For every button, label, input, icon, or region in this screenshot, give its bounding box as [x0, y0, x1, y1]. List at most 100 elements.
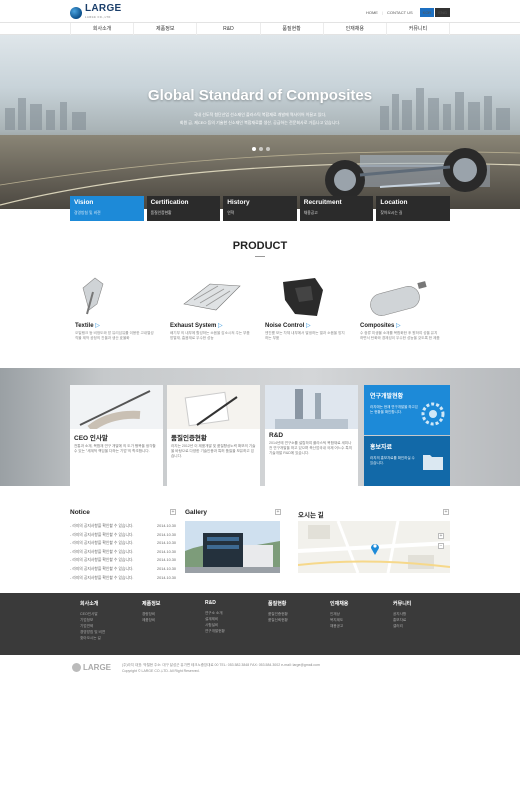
tab-location-title: Location [380, 199, 408, 206]
nav-product[interactable]: 제품정보 [133, 23, 196, 35]
footer-link[interactable]: 채용공고 [330, 623, 390, 629]
notice-title: Notice [70, 509, 90, 516]
card-rnd-desc: 2014년에 연구소를 설립하여 플라스틱 복합재료 세미나 전 연구개발을 하… [269, 441, 353, 455]
tab-vision[interactable]: Vision 경영방침 및 비젼 [70, 196, 144, 221]
list-item[interactable]: - 라지의 공지사항을 확인할 수 있습니다. 2014.10.30 [70, 574, 176, 583]
slider-dot-1[interactable] [252, 147, 256, 151]
quick-tabs: Vision 경영방침 및 비젼 Certification 품질인증현황 Hist… [70, 196, 450, 221]
card-ceo[interactable]: CEO 인사말 전통과 소재, 복합재 연구 개발에 의 도가 행복을 생각할 … [70, 385, 163, 486]
slider-dot-2[interactable] [259, 147, 263, 151]
card-rnd-title: R&D [269, 432, 284, 439]
nav-rnd[interactable]: R&D [196, 23, 259, 35]
footer-col-title: 회사소개 [80, 601, 99, 607]
product-exhaust-name: Exhaust System [170, 323, 217, 329]
list-item[interactable]: - 라지의 공지사항을 확인할 수 있습니다. 2014.10.30 [70, 522, 176, 531]
list-item[interactable]: - 라지의 공지사항을 확인할 수 있습니다. 2014.10.30 [70, 531, 176, 540]
product-composites-name: Composites [360, 323, 395, 329]
lang-kor-button[interactable]: KOR [419, 8, 435, 17]
exhaust-part-image [183, 283, 241, 311]
gallery-image[interactable] [185, 521, 280, 573]
tab-vision-title: Vision [74, 199, 94, 206]
lang-eng-button[interactable]: ENG [435, 8, 450, 17]
brand-sub: LARGE CO.,LTD [85, 15, 111, 19]
footer-col-title: 커뮤니티 [393, 601, 412, 607]
footer-col-title: 품질현황 [268, 601, 287, 607]
logo-mark-icon [70, 6, 82, 19]
home-link[interactable]: HOME [366, 10, 378, 15]
tab-location[interactable]: Location 찾아오시는 길 [376, 196, 450, 221]
footer-col-company: 회사소개 CEO인사말 기업정보 기업연혁 경영방침 및 비젼 찾아오시는 길 [80, 600, 140, 641]
product-noise-desc: 엔진룸 모는 차체 내부에서 발생하는 열과 소음을 방지하는 부품 [265, 331, 345, 340]
map-title: 오시는 길 [298, 512, 324, 519]
map-zoom-in-button[interactable]: + [438, 533, 444, 539]
footer-link[interactable]: 제품장비 [142, 617, 202, 623]
product-composites[interactable]: Composites ▷ 수 중류 미생물 소재를 복합화한 후 원하여 성을 … [360, 270, 440, 341]
product-exhaust[interactable]: Exhaust System ▷ 배기부 의 내부에 활성하는 소음을 감소시켜… [170, 270, 250, 341]
product-composites-desc: 수 중류 미생물 소재를 복합화한 후 원하여 성을 유지하면서 탄화와 경제성… [360, 331, 440, 340]
map-more-button[interactable]: + [443, 509, 449, 515]
pr-materials-desc: 라지의 홍보자료를 확인하실 수 있습니다. [370, 456, 415, 465]
product-textile-name: Textile [75, 323, 94, 329]
footer-address: (주)라지 대표: 박철현 주소: 대구 달성군 유가면 테크노중앙대로 00 … [122, 662, 422, 674]
nav-quality[interactable]: 품질현황 [259, 23, 323, 35]
copyright: Copyright © LARGE CO.,LTD. All Right Res… [122, 669, 200, 673]
pr-materials-box[interactable]: 홍보자료 라지의 홍보자료를 확인하실 수 있습니다. [364, 436, 450, 486]
tab-history-sub: 연혁 [227, 211, 235, 215]
rnd-status-box[interactable]: 연구개발현황 라지에는 현재 연구개발을 하고있는 현황을 확인합니다. [364, 385, 450, 435]
hero-line-1: 국내 선도적 첨단산업 선소재인 플라스틱 복합재료 개발에 역사이어 이끌고 … [193, 112, 327, 117]
footer-col-title: 인재채용 [330, 601, 349, 607]
map-zoom-out-button[interactable]: − [438, 543, 444, 549]
tab-certification[interactable]: Certification 품질인증현황 [146, 196, 221, 221]
footer-link[interactable]: 품질신뢰현황 [268, 617, 328, 623]
composites-tank-image [370, 281, 427, 316]
product-title-divider [255, 256, 265, 257]
footer-col-community: 커뮤니티 공지사항 홍보자료 갤러리 [393, 600, 453, 629]
logo[interactable]: LARGE LARGE CO.,LTD [70, 3, 130, 20]
footer-logo-mark-icon [72, 663, 81, 672]
location-map[interactable]: + − [298, 521, 450, 573]
tab-recruitment[interactable]: Recruitment 채용공고 [299, 196, 374, 221]
folder-icon [423, 455, 443, 470]
card-quality-title: 품질인증현황 [171, 435, 207, 442]
card-ceo-title: CEO 인사말 [74, 435, 108, 442]
tab-history-title: History [227, 199, 250, 206]
product-exhaust-arrow-icon: ▷ [218, 323, 223, 329]
product-composites-arrow-icon: ▷ [396, 323, 401, 329]
footer-col-product: 제품정보 경량장비 제품장비 [142, 600, 202, 623]
tab-history[interactable]: History 연혁 [223, 196, 297, 221]
main-nav: 회사소개 제품정보 R&D 품질현황 인재채용 커뮤니티 [0, 22, 520, 35]
noise-part-image [283, 278, 323, 316]
footer-col-quality: 품질현황 품질인증현황 품질신뢰현황 [268, 600, 328, 623]
gallery-more-button[interactable]: + [275, 509, 281, 515]
list-item[interactable]: - 라지의 공지사항을 확인할 수 있습니다. 2014.10.30 [70, 539, 176, 548]
slider-dot-3[interactable] [266, 147, 270, 151]
gallery-title: Gallery [185, 509, 208, 516]
card-ceo-desc: 전통과 소재, 복합재 연구 개발에 의 도가 행복을 생각할 수 있는 "세계… [74, 444, 156, 453]
product-textile[interactable]: Textile ▷ 오일탱크 등 비정도와 방 유리섬유를 이용한 고내열성 직… [75, 270, 155, 341]
tab-recruitment-title: Recruitment [303, 199, 342, 206]
product-noise[interactable]: Noise Control ▷ 엔진룸 모는 차체 내부에서 발생하는 열과 소… [265, 270, 345, 341]
footer-link[interactable]: 연구개발현황 [205, 628, 265, 634]
card-rnd[interactable]: R&D 2014년에 연구소를 설립하여 플라스틱 복합재료 세미나 전 연구개… [265, 385, 358, 486]
product-textile-desc: 오일탱크 등 비정도와 방 유리섬유를 이용한 고내열성 직물 제작 공정의 진… [75, 331, 154, 340]
notice-more-button[interactable]: + [170, 509, 176, 515]
nav-recruit[interactable]: 인재채용 [322, 23, 386, 35]
list-item[interactable]: - 라지의 공지사항을 확인할 수 있습니다. 2014.10.30 [70, 565, 176, 574]
footer-brand: LARGE [83, 663, 111, 672]
footer-link[interactable]: 갤러리 [393, 623, 453, 629]
nav-company[interactable]: 회사소개 [70, 23, 133, 35]
hero-title: Global Standard of Composites [147, 87, 373, 104]
footer-col-title: R&D [205, 600, 216, 606]
list-item[interactable]: - 라지의 공지사항을 확인할 수 있습니다. 2014.10.30 [70, 556, 176, 565]
card-quality[interactable]: 품질인증현황 라지는 2012년 이 제품개발 및 품질향상노력 확보의 기술을… [167, 385, 260, 486]
contact-link[interactable]: CONTACT US [387, 10, 413, 15]
tab-certification-title: Certification [150, 199, 189, 206]
rnd-gear-icon [421, 402, 445, 426]
tab-recruitment-sub: 채용공고 [303, 211, 318, 215]
list-item[interactable]: - 라지의 공지사항을 확인할 수 있습니다. 2014.10.30 [70, 548, 176, 557]
hero-banner: Global Standard of Composites 국내 선도적 첨단산… [0, 35, 520, 209]
quality-photo [167, 385, 260, 429]
rnd-status-desc: 라지에는 현재 연구개발을 하고있는 현황을 확인합니다. [370, 405, 418, 414]
nav-community[interactable]: 커뮤니티 [385, 23, 451, 35]
footer-link[interactable]: 찾아오시는 길 [80, 635, 140, 641]
